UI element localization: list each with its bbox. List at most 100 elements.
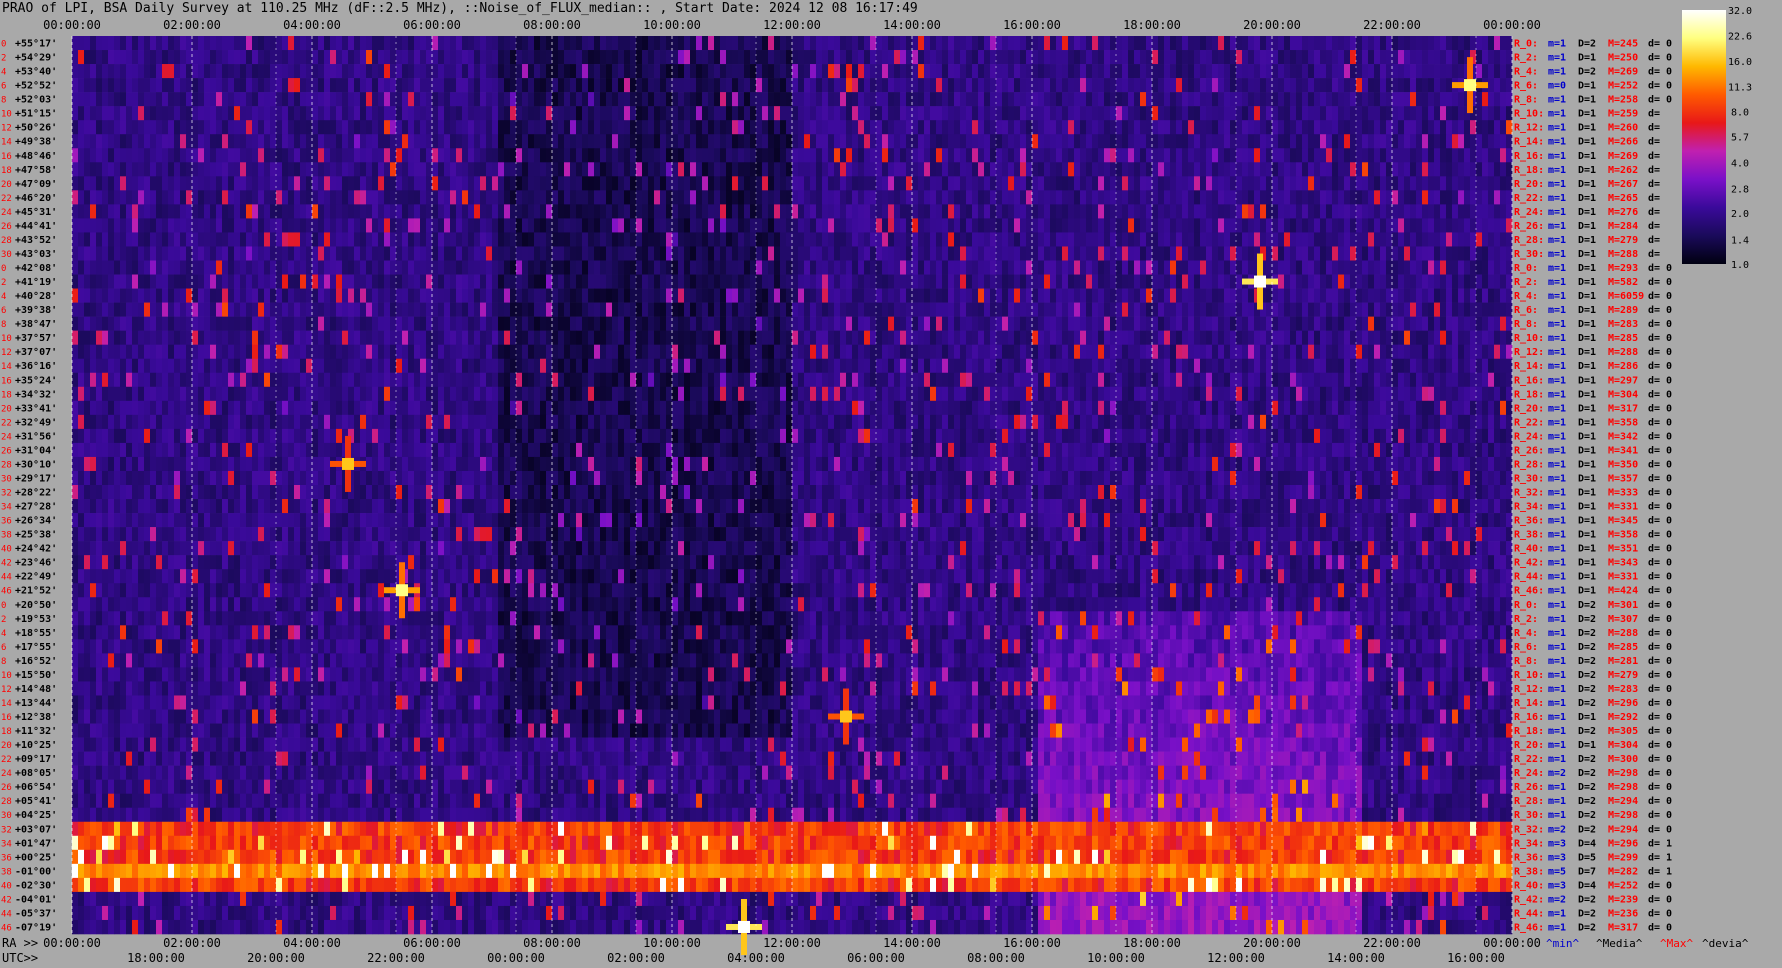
heatmap-cell [306,274,313,289]
heatmap-cell [756,162,763,177]
heatmap-cell [1332,232,1339,247]
heatmap-cell [1464,134,1471,149]
heatmap-cell [288,302,295,317]
heatmap-cell [390,246,397,261]
heatmap-cell [1026,36,1033,51]
heatmap-cell [1314,260,1321,275]
heatmap-cell [558,316,565,331]
heatmap-cell [1248,190,1255,205]
heatmap-cell [96,36,103,51]
heatmap-cell [954,134,961,149]
heatmap-cell [390,134,397,149]
heatmap-cell [1278,204,1285,219]
heatmap-cell [540,134,547,149]
heatmap-cell [1494,106,1501,121]
heatmap-cell [318,78,325,93]
heatmap-cell [1014,78,1021,93]
heatmap-cell [552,78,559,93]
heatmap-cell [1482,92,1489,107]
heatmap-cell [120,190,127,205]
heatmap-cell [360,274,367,289]
heatmap-cell [114,288,121,303]
heatmap-cell [420,302,427,317]
heatmap-cell [486,120,493,135]
heatmap-cell [936,92,943,107]
heatmap-cell [1230,148,1237,163]
heatmap-cell [1398,162,1405,177]
heatmap-cell [876,162,883,177]
heatmap-cell [570,162,577,177]
heatmap-cell [1080,106,1087,121]
heatmap-cell [324,36,331,51]
heatmap-cell [168,316,175,331]
heatmap-cell [576,218,583,233]
heatmap-cell [72,260,79,275]
heatmap-cell [1170,204,1177,219]
heatmap-cell [216,134,223,149]
heatmap-cell [714,232,721,247]
heatmap-cell [552,232,559,247]
heatmap-cell [360,204,367,219]
heatmap-cell [1488,176,1495,191]
heatmap-cell [852,190,859,205]
heatmap-cell [1488,134,1495,149]
heatmap-cell [462,302,469,317]
heatmap-cell [588,288,595,303]
heatmap-cell [654,260,661,275]
heatmap-cell [450,92,457,107]
heatmap-cell [1152,120,1159,135]
heatmap-cell [78,274,85,289]
heatmap-cell [1302,232,1309,247]
heatmap-cell [1194,274,1201,289]
heatmap-cell [612,316,619,331]
heatmap-cell [948,148,955,163]
heatmap-cell [834,64,841,79]
heatmap-cell [888,162,895,177]
heatmap-cell [72,218,79,233]
heatmap-cell [600,288,607,303]
heatmap-cell [318,64,325,79]
heatmap-cell [174,316,181,331]
heatmap-cell [906,176,913,191]
heatmap-cell [108,246,115,261]
heatmap-cell [306,218,313,233]
heatmap-cell [732,232,739,247]
heatmap-cell [1356,218,1363,233]
heatmap-cell [384,92,391,107]
heatmap-cell [1110,190,1117,205]
heatmap-cell [1488,232,1495,247]
heatmap-cell [1332,148,1339,163]
heatmap-cell [468,162,475,177]
heatmap-cell [840,50,847,65]
heatmap-cell [654,302,661,317]
heatmap-cell [1410,204,1417,219]
heatmap-cell [948,92,955,107]
heatmap-cell [504,78,511,93]
heatmap-cell [636,288,643,303]
heatmap-cell [924,134,931,149]
heatmap-cell [642,232,649,247]
heatmap-cell [1506,120,1513,135]
heatmap-cell [84,162,91,177]
heatmap-cell [666,316,673,331]
heatmap-cell [1470,190,1477,205]
heatmap-cell [1470,246,1477,261]
heatmap-cell [936,106,943,121]
heatmap-cell [72,190,79,205]
heatmap-cell [126,78,133,93]
heatmap-cell [1302,148,1309,163]
heatmap-cell [540,148,547,163]
heatmap-cell [360,232,367,247]
heatmap-cell [1038,36,1045,51]
heatmap-cell [510,92,517,107]
heatmap-cell [864,232,871,247]
heatmap-cell [1338,204,1345,219]
heatmap-cell [1044,204,1051,219]
heatmap-cell [1266,92,1273,107]
heatmap-cell [1278,274,1285,289]
heatmap-cell [732,120,739,135]
heatmap-cell [690,92,697,107]
heatmap-cell [732,134,739,149]
heatmap-cell [1074,148,1081,163]
heatmap-cell [1356,106,1363,121]
